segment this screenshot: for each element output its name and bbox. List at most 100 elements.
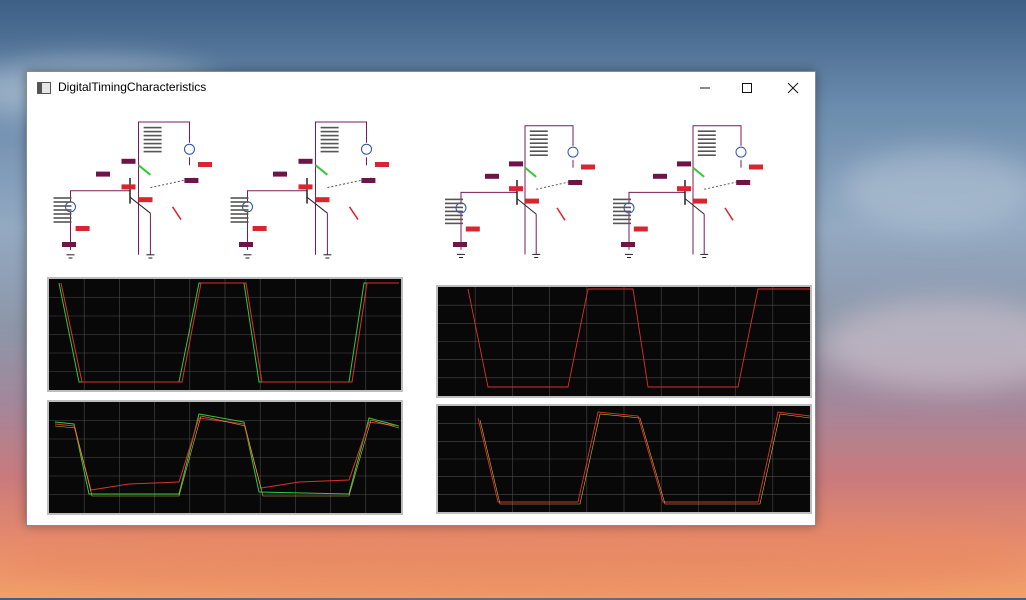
component-value-box <box>749 164 763 170</box>
parameter-text <box>230 197 249 199</box>
parameter-text <box>697 134 716 136</box>
component-value-box <box>465 226 480 232</box>
circuit-2 <box>230 121 389 259</box>
content-area <box>27 104 815 527</box>
parameter-text <box>143 138 162 141</box>
parameter-text <box>320 134 339 137</box>
parameter-text <box>697 138 716 140</box>
wire <box>460 191 517 250</box>
parameter-text <box>53 213 72 215</box>
trace <box>58 282 399 383</box>
circuit-3 <box>445 125 595 258</box>
maximize-icon <box>742 83 752 93</box>
wire <box>247 190 307 250</box>
component-value-box <box>677 186 691 192</box>
probe-marker <box>524 166 537 178</box>
parameter-text <box>53 197 72 199</box>
component-value-box <box>298 158 313 164</box>
parameter-text <box>320 146 339 149</box>
component-value-box <box>581 164 595 170</box>
component-value-box <box>315 197 330 203</box>
parameter-text <box>529 154 548 156</box>
component-value-box <box>273 171 287 177</box>
wire <box>315 121 367 255</box>
parameter-text <box>697 150 716 152</box>
component-value-box <box>485 173 499 179</box>
trace <box>477 411 810 503</box>
component-value-box <box>75 226 90 231</box>
parameter-text <box>613 222 631 225</box>
window-title: DigitalTimingCharacteristics <box>58 80 207 94</box>
app-icon <box>37 82 51 94</box>
component-value-box <box>568 180 583 185</box>
parameter-text <box>53 221 72 223</box>
component-value-box <box>621 242 635 247</box>
component-value-box <box>677 161 691 167</box>
close-icon <box>787 82 799 94</box>
parameter-text <box>53 201 72 203</box>
parameter-text <box>53 205 72 207</box>
scope-bottom-left <box>47 400 403 515</box>
wire <box>138 121 190 255</box>
component-value-box <box>239 242 253 247</box>
parameter-text <box>230 213 249 215</box>
parameter-text <box>529 134 548 136</box>
close-button[interactable] <box>770 72 816 104</box>
component-value-box <box>525 198 539 204</box>
component-value-box <box>736 180 751 185</box>
voltage-source-icon <box>184 143 195 155</box>
component-value-box <box>62 242 76 247</box>
parameter-text <box>230 209 249 211</box>
parameter-text <box>445 202 463 205</box>
trace <box>54 415 400 497</box>
title-bar[interactable]: DigitalTimingCharacteristics <box>27 72 815 104</box>
app-window: DigitalTimingCharacteristics <box>26 71 816 526</box>
component-value-box <box>96 171 110 177</box>
maximize-button[interactable] <box>724 72 770 104</box>
probe-marker <box>314 164 329 176</box>
component-value-box <box>138 197 153 203</box>
minimize-icon <box>700 87 710 89</box>
parameter-text <box>143 146 162 149</box>
parameter-text <box>697 154 716 156</box>
component-value-box <box>693 198 707 204</box>
parameter-text <box>320 150 339 153</box>
parameter-text <box>230 205 249 207</box>
circuit-1 <box>53 121 212 259</box>
scope-top-left <box>47 277 403 392</box>
probe-marker <box>137 164 152 176</box>
parameter-text <box>320 126 339 129</box>
parameter-text <box>143 142 162 145</box>
probe-marker <box>724 207 734 221</box>
voltage-source-icon <box>735 146 747 158</box>
parameter-text <box>613 218 631 221</box>
component-value-box <box>509 186 523 192</box>
parameter-text <box>445 206 463 209</box>
parameter-text <box>445 198 463 201</box>
parameter-text <box>445 218 463 221</box>
scope-top-right <box>436 285 812 398</box>
wire <box>628 191 685 250</box>
wire <box>70 190 130 250</box>
component-value-box <box>184 178 199 183</box>
minimize-button[interactable] <box>682 72 728 104</box>
trace <box>54 417 400 491</box>
parameter-text <box>143 130 162 133</box>
probe-marker <box>171 206 182 221</box>
parameter-text <box>445 222 463 225</box>
parameter-text <box>320 142 339 145</box>
parameter-text <box>445 214 463 217</box>
parameter-text <box>230 201 249 203</box>
voltage-source-icon <box>361 143 372 155</box>
parameter-text <box>613 198 631 201</box>
scope-bottom-right <box>436 404 812 514</box>
component-value-box <box>653 173 667 179</box>
voltage-source-icon <box>567 146 579 158</box>
parameter-text <box>143 134 162 137</box>
parameter-text <box>613 210 631 213</box>
component-value-box <box>121 184 136 190</box>
parameter-text <box>613 202 631 205</box>
parameter-text <box>529 130 548 132</box>
component-value-box <box>198 162 212 167</box>
parameter-text <box>613 206 631 209</box>
